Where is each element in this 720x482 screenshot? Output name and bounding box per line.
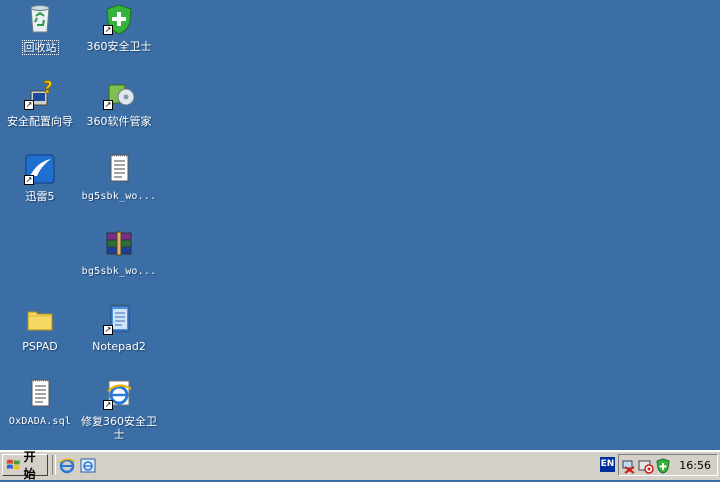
desktop-icon-label: 360安全卫士 [86,40,152,53]
desktop-icon-label: 迅雷5 [25,190,55,203]
svg-text:?: ? [43,78,53,98]
shortcut-arrow-icon: ↗ [24,175,34,185]
tray-network-disconnected[interactable] [621,458,637,474]
show-desktop-icon [80,458,96,473]
desktop-icon-label: 回收站 [21,40,59,55]
software-manager-icon: ↗ [102,77,136,111]
desktop-icon-xunlei[interactable]: ↗ 迅雷5 [2,152,78,222]
quick-launch-show-desktop[interactable] [79,457,97,475]
desktop-icon-recycle-bin[interactable]: 回收站 [2,2,78,72]
desktop-icon-repair-360[interactable]: ↗ 修复360安全卫士 [81,377,157,447]
shortcut-arrow-icon: ↗ [103,325,113,335]
desktop-icon-label: OxDADA.sql [8,416,72,427]
internet-explorer-icon: ↗ [102,377,136,411]
desktop-icon-rar-archive[interactable]: bg5sbk_wo... [81,227,157,297]
wizard-icon: ? ↗ [23,77,57,111]
desktop-icon-notepad2[interactable]: ↗ Notepad2 [81,302,157,372]
desktop-icon-security-wizard[interactable]: ? ↗ 安全配置向导 [2,77,78,147]
shortcut-arrow-icon: ↗ [103,400,113,410]
desktop-icon-label: 360软件管家 [86,115,152,128]
shield-icon [656,458,670,474]
tray-security-monitor[interactable] [638,458,654,474]
desktop-icon-360-software-manager[interactable]: ↗ 360软件管家 [81,77,157,147]
text-file-icon [23,377,57,411]
desktop: 回收站 ↗ 360安全卫士 ? ↗ 安全配置向导 ↗ 360软件管家 ↗ 迅雷5… [0,0,720,450]
start-label: 开始 [23,450,36,481]
monitor-alert-icon [638,460,654,474]
xunlei-icon: ↗ [23,152,57,186]
shortcut-arrow-icon: ↗ [24,100,34,110]
desktop-icon-label: bg5sbk_wo... [81,266,157,277]
network-error-icon [622,460,635,474]
desktop-icon-sql-file[interactable]: OxDADA.sql [2,377,78,447]
desktop-icon-360-safe[interactable]: ↗ 360安全卫士 [81,2,157,72]
notepad-icon: ↗ [102,302,136,336]
quick-launch-separator [52,455,56,475]
tray-360-safe[interactable] [655,458,671,474]
shield-icon: ↗ [102,2,136,36]
desktop-icon-label: 修复360安全卫士 [81,415,157,441]
desktop-icon-text-file[interactable]: bg5sbk_wo... [81,152,157,222]
clock[interactable]: 16:56 [679,459,711,472]
windows-logo-icon [6,459,20,470]
desktop-icon-label: PSPAD [22,340,58,353]
language-indicator[interactable]: EN [600,457,615,472]
recycle-bin-icon [23,2,57,36]
start-button[interactable]: 开始 [2,450,48,481]
desktop-icon-label: bg5sbk_wo... [81,191,157,202]
internet-explorer-icon [58,458,76,474]
shortcut-arrow-icon: ↗ [103,25,113,35]
desktop-icon-pspad-folder[interactable]: PSPAD [2,302,78,372]
system-tray: 16:56 [618,454,718,476]
archive-icon [102,227,136,261]
desktop-icon-label: Notepad2 [92,340,146,353]
folder-icon [23,302,57,336]
desktop-icon-label: 安全配置向导 [7,115,73,128]
text-file-icon [102,152,136,186]
shortcut-arrow-icon: ↗ [103,100,113,110]
quick-launch-ie[interactable] [58,457,76,475]
